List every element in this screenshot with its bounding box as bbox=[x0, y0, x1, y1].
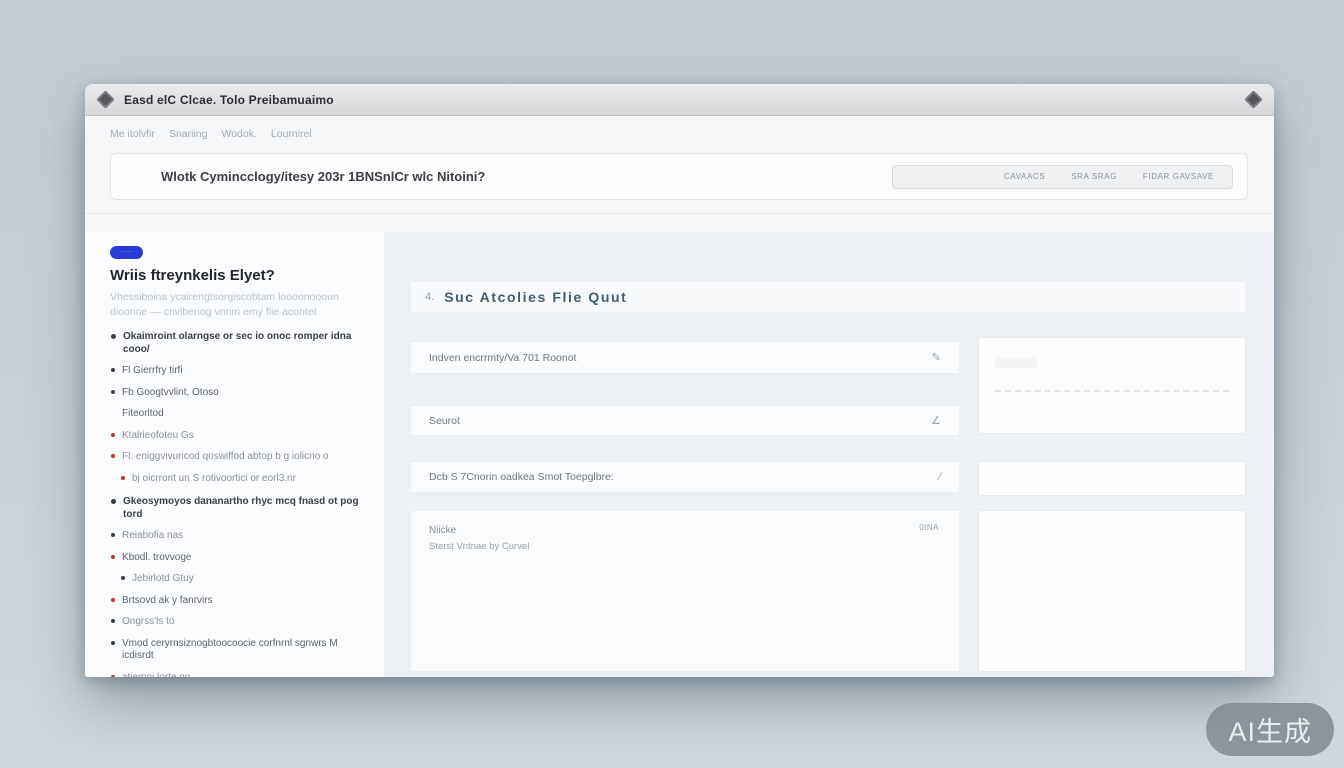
sidebar-item-label: Vmod ceryrnsiznogbtoocoocie corfnrnl sgn… bbox=[122, 638, 370, 663]
sidebar-list-item[interactable]: Okaimroint olarngse or sec io onoc rompe… bbox=[110, 331, 370, 356]
sidebar-item-label: Okaimroint olarngse or sec io onoc rompe… bbox=[123, 331, 370, 356]
sidebar-list-item[interactable]: bj oicrrorit un S rotivoortici or eorl3.… bbox=[110, 473, 370, 486]
title-bar: Easd elC Clcae. Tolo Preibamuaimo bbox=[85, 84, 1274, 116]
app-logo-diamond-icon bbox=[96, 90, 114, 108]
action-button[interactable]: Cavaacs bbox=[1004, 172, 1045, 181]
bullet-icon bbox=[111, 598, 115, 602]
top-nav: Me itolvfir Snariing Wodok. Lournirel bbox=[110, 128, 312, 140]
sidebar-list-item[interactable]: Gkeosymoyos dananartho rhyc mcq fnasd ot… bbox=[110, 496, 370, 521]
sidebar-item-label: Kbodl. trovvoge bbox=[122, 552, 192, 565]
app-window: Easd elC Clcae. Tolo Preibamuaimo Me ito… bbox=[85, 84, 1274, 677]
bullet-icon bbox=[111, 533, 115, 537]
bullet-icon bbox=[111, 390, 115, 394]
edit-icon[interactable]: ∠ bbox=[931, 414, 941, 427]
header-divider bbox=[85, 213, 1274, 214]
sidebar-item-list: Okaimroint olarngse or sec io onoc rompe… bbox=[110, 331, 370, 677]
bullet-icon bbox=[121, 476, 125, 480]
window-title: Easd elC Clcae. Tolo Preibamuaimo bbox=[124, 93, 334, 107]
sidebar-list-item[interactable]: Kbodl. trovvoge bbox=[110, 552, 370, 565]
bullet-icon bbox=[111, 454, 115, 458]
sidebar-list-item[interactable]: Fl Gierrfry tirfi bbox=[110, 365, 370, 378]
sidebar-heading: Wriis ftreynkelis Elyet? bbox=[110, 267, 370, 284]
sidebar-list-item[interactable]: Reiabofia nas bbox=[110, 530, 370, 543]
sidebar-list-item[interactable]: atiemoi lorte qo bbox=[110, 672, 370, 677]
sidebar-list-item[interactable]: Ongrss'ls to bbox=[110, 616, 370, 629]
sidebar-item-label: Fl. eniggvivuricod qoswiffod abtop b g i… bbox=[122, 451, 329, 464]
sidebar-list-item[interactable]: Vmod ceryrnsiznogbtoocoocie corfnrnl sgn… bbox=[110, 638, 370, 663]
form-row-label: Dcb S 7Cnorin oadkea Smot Toepglbre: bbox=[429, 471, 614, 483]
bullet-icon bbox=[111, 641, 115, 645]
nav-link[interactable]: Wodok. bbox=[221, 128, 256, 140]
bullet-icon bbox=[111, 499, 116, 504]
note-title: Niicke bbox=[429, 525, 941, 536]
sidebar-list-item[interactable]: Jebirlotd Gtuy bbox=[110, 573, 370, 586]
action-button-group: Cavaacs Sra srag Fidar Gavsave bbox=[892, 165, 1233, 189]
sidebar-item-label: Fl Gierrfry tirfi bbox=[122, 365, 183, 378]
section-title: Suc Atcolies Flie Quut bbox=[444, 289, 627, 305]
section-number: 4. bbox=[425, 291, 434, 303]
main-content: 4. Suc Atcolies Flie Quut Indven encrrmt… bbox=[384, 232, 1274, 677]
nav-link[interactable]: Me itolvfir bbox=[110, 128, 155, 140]
ai-generated-watermark: AI生成 bbox=[1206, 703, 1334, 756]
sidebar-item-label: Brtsovd ak y fanrvirs bbox=[122, 595, 213, 608]
note-corner-label: 0tNA bbox=[919, 523, 939, 532]
sidebar-list-item[interactable]: Fb Googtvvlint, Otoso bbox=[110, 387, 370, 400]
sidebar-item-label: Ktalrieofoteu Gs bbox=[122, 430, 194, 443]
sidebar-list-item[interactable]: Fl. eniggvivuricod qoswiffod abtop b g i… bbox=[110, 451, 370, 464]
bullet-icon bbox=[111, 555, 115, 559]
form-row-label: Seurot bbox=[429, 415, 460, 427]
sidebar-list-item[interactable]: Fiteorltod bbox=[110, 408, 370, 421]
sidebar-item-label: atiemoi lorte qo bbox=[122, 672, 190, 677]
section-header: 4. Suc Atcolies Flie Quut bbox=[410, 281, 1246, 313]
note-panel[interactable]: Niicke Sterst Vntnae by Curvel 0tNA bbox=[410, 510, 960, 672]
bullet-icon bbox=[111, 334, 116, 339]
bullet-icon bbox=[111, 433, 115, 437]
form-row[interactable]: Dcb S 7Cnorin oadkea Smot Toepglbre: ∕ bbox=[410, 461, 960, 493]
form-row[interactable]: Seurot ∠ bbox=[410, 405, 960, 436]
sidebar-item-label: bj oicrrorit un S rotivoortici or eorl3.… bbox=[132, 473, 296, 486]
question-title: Wlotk Cymincclogy/itesy 203r 1BNSnlCr wl… bbox=[161, 169, 485, 184]
sidebar-item-label: Gkeosymoyos dananartho rhyc mcq fnasd ot… bbox=[123, 496, 370, 521]
placeholder-chip bbox=[995, 358, 1037, 368]
bullet-icon bbox=[111, 619, 115, 623]
sidebar-item-label: Fiteorltod bbox=[122, 408, 164, 421]
edit-icon[interactable]: ✎ bbox=[932, 351, 941, 364]
question-header-bar: Wlotk Cymincclogy/itesy 203r 1BNSnlCr wl… bbox=[110, 153, 1248, 200]
sidebar-item-label: Fb Googtvvlint, Otoso bbox=[122, 387, 219, 400]
placeholder-line bbox=[995, 390, 1229, 392]
nav-link[interactable]: Snariing bbox=[169, 128, 208, 140]
sidebar-item-label: Reiabofia nas bbox=[122, 530, 183, 543]
form-row[interactable]: Indven encrrmty/Va 701 Roonot ✎ bbox=[410, 341, 960, 374]
placeholder-card bbox=[978, 461, 1246, 496]
action-button[interactable]: Fidar Gavsave bbox=[1143, 172, 1214, 181]
placeholder-card bbox=[978, 337, 1246, 434]
sidebar-item-label: Jebirlotd Gtuy bbox=[132, 573, 194, 586]
form-row-label: Indven encrrmty/Va 701 Roonot bbox=[429, 352, 576, 364]
bullet-icon bbox=[111, 675, 115, 677]
bullet-icon bbox=[111, 368, 115, 372]
sidebar-item-label: Ongrss'ls to bbox=[122, 616, 174, 629]
sidebar-description: Vhessiboina ycairengtsorgiscobtam loooon… bbox=[110, 290, 360, 320]
titlebar-right-diamond-icon[interactable] bbox=[1244, 90, 1262, 108]
nav-link[interactable]: Lournirel bbox=[271, 128, 312, 140]
placeholder-card bbox=[978, 510, 1246, 672]
edit-icon[interactable]: ∕ bbox=[939, 471, 941, 483]
sidebar-list-item[interactable]: Ktalrieofoteu Gs bbox=[110, 430, 370, 443]
action-button[interactable]: Sra srag bbox=[1071, 172, 1117, 181]
bullet-icon bbox=[121, 576, 125, 580]
sidebar: ····· Wriis ftreynkelis Elyet? Vhessiboi… bbox=[85, 232, 384, 677]
note-subtitle: Sterst Vntnae by Curvel bbox=[429, 541, 941, 552]
sidebar-list-item[interactable]: Brtsovd ak y fanrvirs bbox=[110, 595, 370, 608]
status-badge: ····· bbox=[110, 246, 143, 259]
